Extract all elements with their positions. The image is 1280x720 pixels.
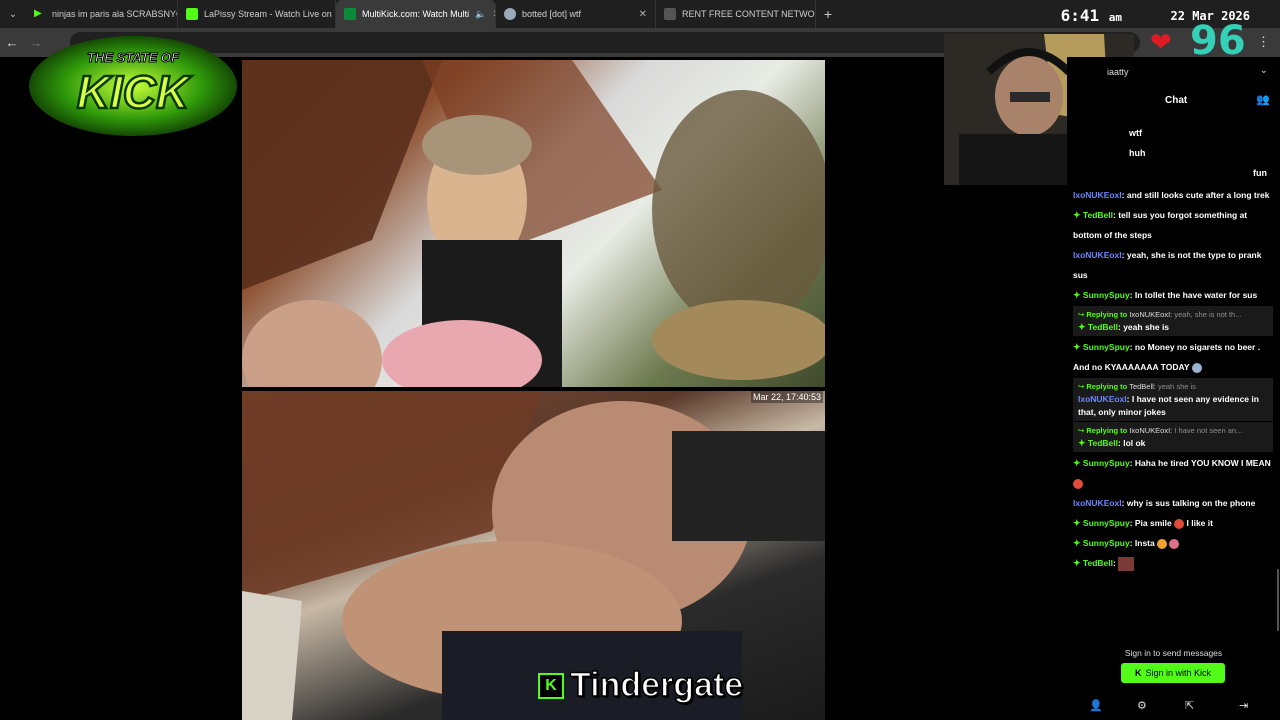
emote-icon	[1174, 518, 1185, 529]
chat-message: ✦ TedBell: tell sus you forgot something…	[1073, 210, 1248, 240]
page-icon	[664, 8, 676, 20]
kick-logo-icon: K	[1134, 668, 1142, 678]
chat-channel-name: iaatty	[1107, 67, 1129, 77]
tab-search-chevron-icon[interactable]: ⌄	[0, 0, 26, 28]
svg-text:KICK: KICK	[77, 66, 192, 118]
chat-message-partial: huh	[1129, 148, 1146, 158]
chat-message: IxoNUKEoxI: yeah, she is not the type to…	[1073, 250, 1262, 280]
chat-reply: ↪ Replying to IxoNUKEoxI: I have not see…	[1073, 422, 1273, 452]
emote-icon	[1157, 538, 1168, 549]
sparkle-badge-icon: ✦	[1073, 210, 1081, 220]
sparkle-badge-icon: ✦	[1073, 458, 1081, 468]
globe-icon	[504, 8, 516, 20]
signin-button[interactable]: K Sign in with Kick	[1121, 663, 1225, 683]
tab-title: LaPissy Stream - Watch Live on	[204, 9, 332, 19]
chat-message: ✦ SunnySpuy: Pia smile I like it	[1073, 518, 1213, 529]
chat-title: Chat	[1165, 95, 1188, 106]
sparkle-badge-icon: ✦	[1073, 538, 1081, 548]
reply-arrow-icon: ↪	[1078, 382, 1085, 391]
tab-5[interactable]: RENT FREE CONTENT NETWOR ✕	[656, 0, 816, 28]
signin-button-label: Sign in with Kick	[1145, 668, 1212, 678]
add-user-icon[interactable]: 👤	[1089, 699, 1103, 712]
chat-message: ✦ SunnySpuy: no Money no sigarets no bee…	[1073, 342, 1261, 373]
sparkle-badge-icon: ✦	[1078, 322, 1086, 332]
sparkle-badge-icon: ✦	[1073, 342, 1081, 352]
chat-footer: 👤 ⚙ ⇱ ⇥	[1067, 699, 1280, 715]
tab-title: ninjas im paris ala SCRABSNYC	[52, 9, 178, 19]
chat-message: IxoNUKEoxI: why is sus talking on the ph…	[1073, 498, 1256, 508]
chat-reply: ↪ Replying to TedBell: yeah she is IxoNU…	[1073, 378, 1273, 421]
state-of-kick-logo: THE STATE OF KICK	[29, 36, 237, 136]
kick-icon	[186, 8, 198, 20]
chat-message: ✦ SunnySpuy: Insta	[1073, 533, 1273, 553]
exit-icon[interactable]: ⇥	[1239, 699, 1248, 712]
caption-text: Tindergate	[569, 665, 744, 705]
multikick-icon	[344, 8, 356, 20]
popout-icon[interactable]: ⇱	[1185, 699, 1194, 712]
tab-2[interactable]: LaPissy Stream - Watch Live on ✕	[178, 0, 336, 28]
chat-message: IxoNUKEoxI: and still looks cute after a…	[1073, 190, 1270, 200]
tab-3[interactable]: MultiKick.com: Watch Multi 🔈 ✕	[336, 0, 496, 28]
chat-message-partial: fun	[1253, 168, 1267, 178]
emote-icon	[1169, 538, 1180, 549]
sparkle-badge-icon: ✦	[1073, 558, 1081, 568]
video-timestamp: Mar 22, 17:40:53	[750, 391, 823, 403]
signin-prompt: Sign in to send messages	[1124, 648, 1223, 658]
close-icon[interactable]: ✕	[486, 9, 495, 20]
gear-icon[interactable]: ⚙	[1137, 699, 1147, 712]
chat-panel: iaatty ⌄ Chat 👥 wtf huh fun IxoNUKEoxI: …	[1067, 57, 1280, 720]
chat-message-list: IxoNUKEoxI: and still looks cute after a…	[1073, 185, 1273, 573]
emote-image-icon	[1118, 556, 1135, 571]
speaker-mute-icon[interactable]: 🔈	[475, 9, 486, 20]
clock-time: 6:41 am	[1060, 6, 1122, 25]
stream-frame-image	[242, 60, 825, 387]
tab-4[interactable]: botted [dot] wtf ✕	[496, 0, 656, 28]
users-icon[interactable]: 👥	[1256, 93, 1270, 106]
chat-message: ✦ SunnySpuy: In tollet the have water fo…	[1073, 290, 1258, 300]
tab-1[interactable]: ▶ ninjas im paris ala SCRABSNYC ✕	[26, 0, 178, 28]
chat-reply: ↪ Replying to IxoNUKEoxI: yeah, she is n…	[1073, 306, 1273, 336]
caption-overlay: K Tindergate	[538, 665, 744, 705]
new-tab-button[interactable]: +	[816, 6, 840, 22]
close-icon[interactable]: ✕	[633, 9, 647, 20]
kick-logo-icon: K	[538, 672, 564, 699]
chevron-down-icon[interactable]: ⌄	[1260, 65, 1268, 76]
video-stream-top[interactable]	[242, 60, 825, 387]
sparkle-badge-icon: ✦	[1073, 290, 1081, 300]
back-arrow-icon[interactable]: ←	[0, 35, 24, 50]
chat-message-partial: wtf	[1129, 128, 1142, 138]
emote-icon	[1073, 478, 1083, 489]
sparkle-badge-icon: ✦	[1073, 518, 1081, 528]
emote-icon	[1191, 362, 1202, 373]
chat-message: ✦ TedBell:	[1073, 553, 1273, 573]
chat-scrollbar[interactable]	[1277, 569, 1279, 631]
sparkle-badge-icon: ✦	[1078, 438, 1086, 448]
svg-text:THE STATE OF: THE STATE OF	[87, 50, 180, 65]
reply-arrow-icon: ↪	[1078, 310, 1085, 319]
reply-arrow-icon: ↪	[1078, 426, 1085, 435]
play-icon: ▶	[34, 8, 42, 19]
tab-title: RENT FREE CONTENT NETWOR	[682, 9, 816, 19]
chat-message: ✦ SunnySpuy: Haha he tired YOU KNOW I ME…	[1073, 453, 1273, 493]
browser-menu-icon[interactable]: ⋮	[1257, 34, 1270, 50]
heart-icon: ❤	[1150, 27, 1172, 57]
tab-title: MultiKick.com: Watch Multi	[362, 9, 470, 19]
tab-title: botted [dot] wtf	[522, 9, 582, 19]
